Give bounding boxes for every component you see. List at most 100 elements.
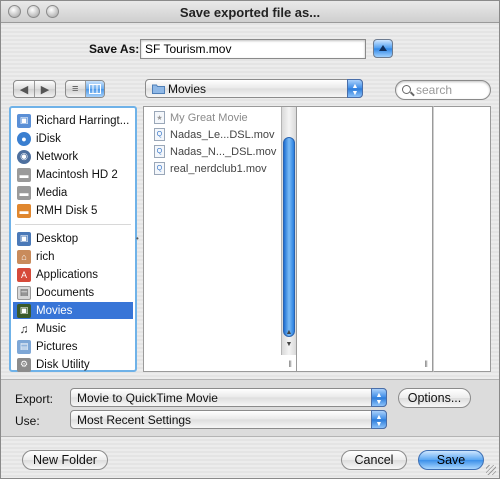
sidebar-item-label: Desktop bbox=[36, 232, 79, 245]
popup-arrows-icon: ▲ ▼ bbox=[371, 410, 387, 429]
column-resize-icon[interactable]: ‖ bbox=[424, 359, 428, 369]
applications-icon: A bbox=[17, 267, 31, 282]
idisk-icon: ● bbox=[17, 131, 31, 146]
sidebar-item-music[interactable]: ♫ Music bbox=[13, 320, 133, 337]
scroll-down-arrow-icon[interactable]: ▼ bbox=[282, 341, 296, 348]
sidebar-item-movies[interactable]: ▣ Movies bbox=[13, 302, 133, 319]
file-item-nadas-le[interactable]: Q Nadas_Le...DSL.mov bbox=[150, 126, 275, 143]
sidebar-item-idisk[interactable]: ● iDisk bbox=[13, 130, 133, 147]
home-icon: ⌂ bbox=[17, 249, 31, 264]
sidebar-item-disk-utility[interactable]: ⚙ Disk Utility bbox=[13, 356, 133, 373]
use-settings-value: Most Recent Settings bbox=[77, 413, 192, 427]
location-popup[interactable]: Movies ▲ ▼ bbox=[145, 79, 363, 98]
folder-icon bbox=[152, 84, 165, 94]
quicktime-icon: Q bbox=[154, 162, 165, 175]
list-view-icon[interactable]: ≡ bbox=[66, 81, 85, 97]
use-settings-popup[interactable]: Most Recent Settings ▲ ▼ bbox=[70, 410, 387, 429]
hard-drive-icon: ▬ bbox=[17, 185, 31, 200]
sidebar-resize-handle[interactable]: • bbox=[136, 234, 139, 243]
sidebar-item-documents[interactable]: ▤ Documents bbox=[13, 284, 133, 301]
sidebar-item-label: Media bbox=[36, 186, 68, 199]
project-icon: ★ bbox=[154, 111, 165, 124]
sidebar-item-rich[interactable]: ⌂ rich bbox=[13, 248, 133, 265]
save-as-label: Save As: bbox=[89, 42, 140, 56]
sidebar-item-label: rich bbox=[36, 250, 55, 263]
back-forward-control: ◀ ▶ bbox=[13, 80, 56, 98]
external-drive-icon: ▬ bbox=[17, 203, 31, 218]
file-name: My Great Movie bbox=[170, 111, 248, 124]
sidebar-item-label: RMH Disk 5 bbox=[36, 204, 98, 217]
scroll-up-arrow-icon[interactable]: ▲ bbox=[282, 329, 296, 336]
save-dialog-window: Save exported file as... Save As: SF Tou… bbox=[0, 0, 500, 479]
sidebar: ▣ Richard Harringt... ● iDisk ◉ Network … bbox=[9, 106, 137, 372]
file-item-real-nerdclub1[interactable]: Q real_nerdclub1.mov bbox=[150, 160, 267, 177]
documents-icon: ▤ bbox=[17, 285, 31, 300]
save-button[interactable]: Save bbox=[418, 450, 484, 470]
file-name: Nadas_Le...DSL.mov bbox=[170, 128, 275, 141]
popup-arrows-icon: ▲ ▼ bbox=[371, 388, 387, 407]
sidebar-divider bbox=[15, 224, 131, 225]
sidebar-item-desktop[interactable]: ▣ Desktop bbox=[13, 230, 133, 247]
location-label: Movies bbox=[168, 82, 207, 96]
columns-glyph-icon bbox=[88, 84, 101, 94]
sidebar-item-rmh-disk-5[interactable]: ▬ RMH Disk 5 bbox=[13, 202, 133, 219]
options-button[interactable]: Options... bbox=[398, 388, 471, 408]
sidebar-item-network[interactable]: ◉ Network bbox=[13, 148, 133, 165]
file-name: Nadas_N..._DSL.mov bbox=[170, 145, 277, 158]
chevron-left-icon[interactable]: ◀ bbox=[14, 81, 34, 97]
export-format-popup[interactable]: Movie to QuickTime Movie ▲ ▼ bbox=[70, 388, 387, 407]
export-format-value: Movie to QuickTime Movie bbox=[77, 391, 218, 405]
sidebar-item-applications[interactable]: A Applications bbox=[13, 266, 133, 283]
quicktime-icon: Q bbox=[154, 128, 165, 141]
search-icon bbox=[402, 85, 411, 94]
window-resize-grip-icon[interactable] bbox=[486, 465, 496, 475]
empty-column bbox=[433, 106, 491, 372]
title-bar: Save exported file as... bbox=[1, 1, 499, 23]
sidebar-item-media[interactable]: ▬ Media bbox=[13, 184, 133, 201]
file-item-my-great-movie[interactable]: ★ My Great Movie bbox=[150, 109, 248, 126]
chevron-right-icon[interactable]: ▶ bbox=[34, 81, 55, 97]
sidebar-item-label: Music bbox=[36, 322, 67, 335]
sidebar-item-label: Applications bbox=[36, 268, 99, 281]
preview-column: ‖ bbox=[297, 106, 433, 372]
sidebar-item-label: Disk Utility bbox=[36, 358, 90, 371]
sidebar-item-label: iDisk bbox=[36, 132, 61, 145]
disk-utility-icon: ⚙ bbox=[17, 357, 31, 372]
hard-drive-icon: ▬ bbox=[17, 167, 31, 182]
file-column: ★ My Great Movie Q Nadas_Le...DSL.mov Q … bbox=[143, 106, 297, 372]
view-mode-control: ≡ bbox=[65, 80, 105, 98]
movies-icon: ▣ bbox=[17, 303, 31, 318]
file-item-nadas-n[interactable]: Q Nadas_N..._DSL.mov bbox=[150, 143, 276, 160]
sidebar-item-macintosh-hd-2[interactable]: ▬ Macintosh HD 2 bbox=[13, 166, 133, 183]
expand-dialog-button[interactable] bbox=[373, 39, 393, 58]
new-folder-button[interactable]: New Folder bbox=[22, 450, 108, 470]
column-view-icon[interactable] bbox=[84, 81, 104, 97]
sidebar-item-label: Macintosh HD 2 bbox=[36, 168, 118, 181]
sidebar-item-computer[interactable]: ▣ Richard Harringt... bbox=[13, 112, 133, 129]
sidebar-item-label: Richard Harringt... bbox=[36, 114, 130, 127]
sidebar-item-pictures[interactable]: ▤ Pictures bbox=[13, 338, 133, 355]
popup-arrows-icon: ▲ ▼ bbox=[347, 79, 363, 98]
triangle-up-icon bbox=[379, 45, 387, 51]
window-title: Save exported file as... bbox=[179, 5, 321, 20]
pictures-icon: ▤ bbox=[17, 339, 31, 354]
cancel-button[interactable]: Cancel bbox=[341, 450, 407, 470]
file-column-scrollbar[interactable]: ▲ ▼ bbox=[281, 107, 296, 355]
save-as-field[interactable]: SF Tourism.mov bbox=[140, 39, 366, 59]
file-name: real_nerdclub1.mov bbox=[170, 162, 267, 175]
sidebar-item-label: Network bbox=[36, 150, 79, 163]
search-field[interactable]: search bbox=[395, 80, 491, 100]
sidebar-item-label: Pictures bbox=[36, 340, 78, 353]
desktop-icon: ▣ bbox=[17, 231, 31, 246]
music-icon: ♫ bbox=[17, 321, 31, 336]
quicktime-icon: Q bbox=[154, 145, 165, 158]
computer-icon: ▣ bbox=[17, 113, 31, 128]
sidebar-item-label: Movies bbox=[36, 304, 73, 317]
network-icon: ◉ bbox=[17, 149, 31, 164]
scroll-thumb[interactable] bbox=[283, 137, 295, 337]
sidebar-item-label: Documents bbox=[36, 286, 95, 299]
column-resize-icon[interactable]: ‖ bbox=[288, 359, 292, 369]
search-placeholder: search bbox=[416, 83, 453, 97]
use-label: Use: bbox=[15, 414, 40, 428]
export-label: Export: bbox=[15, 392, 54, 406]
